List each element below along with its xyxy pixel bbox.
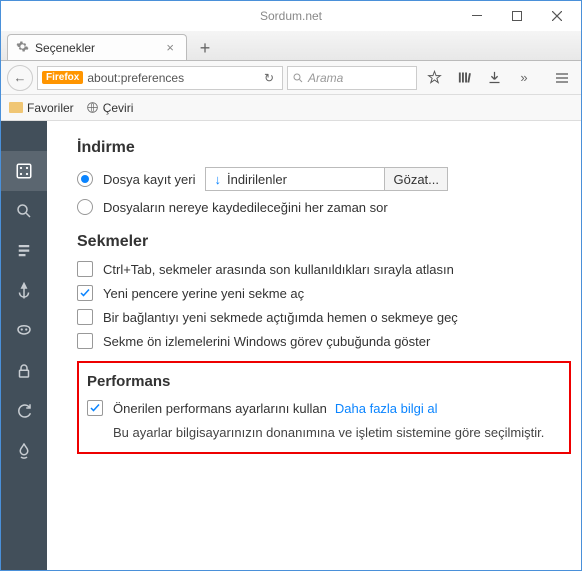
browse-button[interactable]: Gözat... [385,167,448,191]
check-switch-tab[interactable] [77,309,93,325]
bookmark-translate[interactable]: Çeviri [86,101,134,115]
tab-title: Seçenekler [35,41,95,55]
new-tab-button[interactable]: + [191,36,219,60]
radio-save-to[interactable] [77,171,93,187]
learn-more-link[interactable]: Daha fazla bilgi al [335,401,438,416]
label-save-to: Dosya kayıt yeri [103,172,195,187]
check-new-tab[interactable] [77,285,93,301]
tabs-heading: Sekmeler [77,233,571,251]
label-taskbar-preview: Sekme ön izlemelerini Windows görev çubu… [103,334,430,349]
downloads-heading: İndirme [77,139,571,157]
sidebar-item-sync[interactable] [1,391,47,431]
performance-description: Bu ayarlar bilgisayarınızın donanımına v… [113,424,561,442]
check-recommended-perf[interactable] [87,400,103,416]
globe-icon [86,101,99,114]
bookmark-favorites[interactable]: Favoriler [9,101,74,115]
sidebar-item-general[interactable] [1,151,47,191]
tab-strip: Seçenekler × + [1,31,581,61]
download-button[interactable] [481,66,507,90]
tab-close-icon[interactable]: × [162,40,178,55]
overflow-button[interactable]: » [511,66,537,90]
bookmark-star-button[interactable] [421,66,447,90]
close-button[interactable] [537,2,577,30]
bookmarks-bar: Favoriler Çeviri [1,95,581,121]
library-button[interactable] [451,66,477,90]
tab-preferences[interactable]: Seçenekler × [7,34,187,60]
reload-button[interactable]: ↻ [260,71,278,85]
gear-icon [16,40,29,56]
sidebar-item-privacy[interactable] [1,311,47,351]
menu-button[interactable] [549,66,575,90]
minimize-button[interactable] [457,2,497,30]
performance-section: Performans Önerilen performans ayarların… [77,361,571,454]
window-titlebar: Sordum.net [1,1,581,31]
download-folder-field[interactable]: ↓ İndirilenler [205,167,385,191]
sidebar-item-content[interactable] [1,231,47,271]
check-taskbar-preview[interactable] [77,333,93,349]
performance-heading: Performans [87,373,561,390]
label-ctrl-tab: Ctrl+Tab, sekmeler arasında son kullanıl… [103,262,454,277]
firefox-badge-icon: Firefox [42,71,83,84]
search-icon [292,72,304,84]
label-switch-tab: Bir bağlantıyı yeni sekmede açtığımda he… [103,310,458,325]
url-bar[interactable]: Firefox about:preferences ↻ [37,66,283,90]
search-input[interactable]: Arama [287,66,417,90]
label-recommended-perf: Önerilen performans ayarlarını kullan [113,401,327,416]
main-content: İndirme Dosya kayıt yeri ↓ İndirilenler … [47,121,581,570]
nav-toolbar: ← Firefox about:preferences ↻ Arama » [1,61,581,95]
label-new-tab: Yeni pencere yerine yeni sekme aç [103,286,304,301]
sidebar-item-search[interactable] [1,191,47,231]
back-button[interactable]: ← [7,65,33,91]
url-text: about:preferences [87,71,260,85]
folder-icon [9,102,23,113]
sidebar-item-advanced[interactable] [1,431,47,471]
sidebar-item-applications[interactable] [1,271,47,311]
download-arrow-icon: ↓ [214,172,221,187]
sidebar-item-security[interactable] [1,351,47,391]
label-always-ask: Dosyaların nereye kaydedileceğini her za… [103,200,388,215]
preferences-sidebar [1,121,47,570]
check-ctrl-tab[interactable] [77,261,93,277]
window-title: Sordum.net [260,9,322,23]
radio-always-ask[interactable] [77,199,93,215]
maximize-button[interactable] [497,2,537,30]
